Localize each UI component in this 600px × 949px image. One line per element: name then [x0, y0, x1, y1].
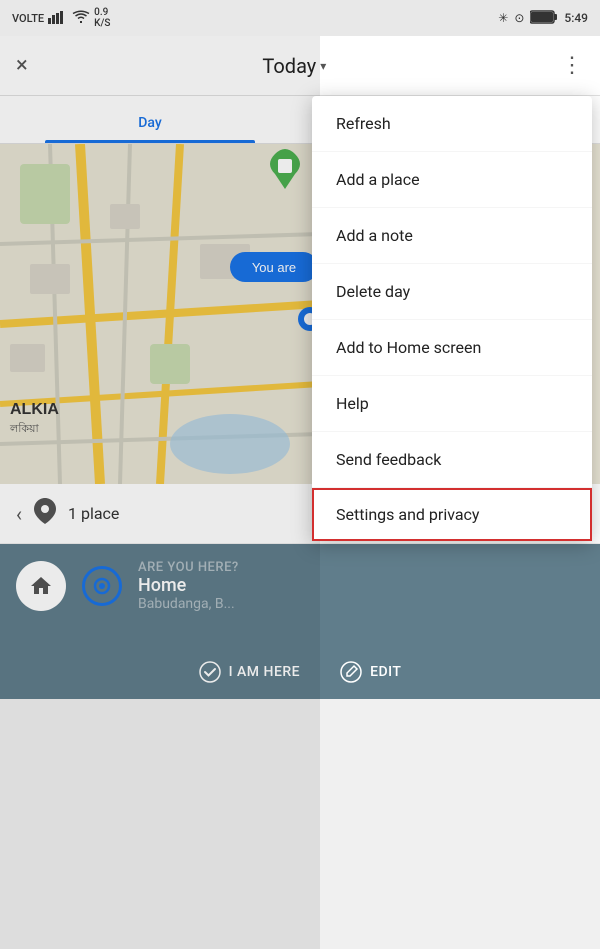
tab-day[interactable]: Day	[0, 115, 300, 143]
signal-info: VOLTE	[12, 12, 44, 25]
tab-day-label: Day	[138, 115, 161, 131]
signal-bars	[48, 10, 68, 27]
menu-item-delete-day[interactable]: Delete day	[312, 264, 592, 320]
app-header: × Today ▾ ⋮	[0, 36, 600, 96]
location-circle	[82, 566, 122, 606]
location-icon: ⊙	[514, 11, 524, 25]
nav-back-button[interactable]: ‹	[16, 502, 22, 526]
bluetooth-icon: ✳	[498, 11, 508, 25]
status-right: ✳ ⊙ 5:49	[498, 10, 588, 27]
header-title: Today ▾	[262, 54, 326, 78]
data-speed: 0.9K/S	[94, 7, 110, 29]
menu-item-add-note[interactable]: Add a note	[312, 208, 592, 264]
edit-button[interactable]: EDIT	[340, 661, 401, 683]
edit-label: EDIT	[370, 664, 401, 680]
place-name: Home	[138, 575, 584, 596]
dropdown-menu: Refresh Add a place Add a note Delete da…	[312, 96, 592, 541]
title-dropdown-arrow[interactable]: ▾	[320, 59, 326, 73]
menu-item-add-home-screen[interactable]: Add to Home screen	[312, 320, 592, 376]
close-button[interactable]: ×	[16, 53, 28, 78]
svg-text:ALKIA: ALKIA	[10, 401, 59, 418]
are-you-here-label: ARE YOU HERE?	[138, 560, 584, 575]
menu-item-add-place[interactable]: Add a place	[312, 152, 592, 208]
menu-item-refresh[interactable]: Refresh	[312, 96, 592, 152]
card-actions: I AM HERE EDIT	[16, 661, 584, 683]
more-options-button[interactable]: ⋮	[561, 53, 584, 78]
home-icon	[16, 561, 66, 611]
pin-icon	[34, 498, 56, 530]
battery	[530, 10, 558, 27]
bottom-card: ARE YOU HERE? Home Babudanga, B... I AM …	[0, 544, 600, 699]
status-bar: VOLTE 0.9K/S ✳ ⊙	[0, 0, 600, 36]
menu-item-send-feedback[interactable]: Send feedback	[312, 432, 592, 488]
i-am-here-button[interactable]: I AM HERE	[199, 661, 301, 683]
svg-text:লকিয়া: লকিয়া	[9, 422, 40, 435]
status-left: VOLTE 0.9K/S	[12, 7, 110, 29]
place-sub: Babudanga, B...	[138, 596, 584, 612]
menu-item-help[interactable]: Help	[312, 376, 592, 432]
time: 5:49	[564, 11, 588, 25]
menu-item-settings-privacy[interactable]: Settings and privacy	[312, 488, 592, 541]
i-am-here-label: I AM HERE	[229, 664, 301, 680]
svg-text:You are: You are	[252, 260, 296, 275]
wifi-icon	[72, 10, 90, 27]
card-top: ARE YOU HERE? Home Babudanga, B...	[16, 560, 584, 612]
card-text: ARE YOU HERE? Home Babudanga, B...	[138, 560, 584, 612]
place-count: 1 place	[68, 504, 119, 523]
title-text: Today	[262, 54, 316, 78]
